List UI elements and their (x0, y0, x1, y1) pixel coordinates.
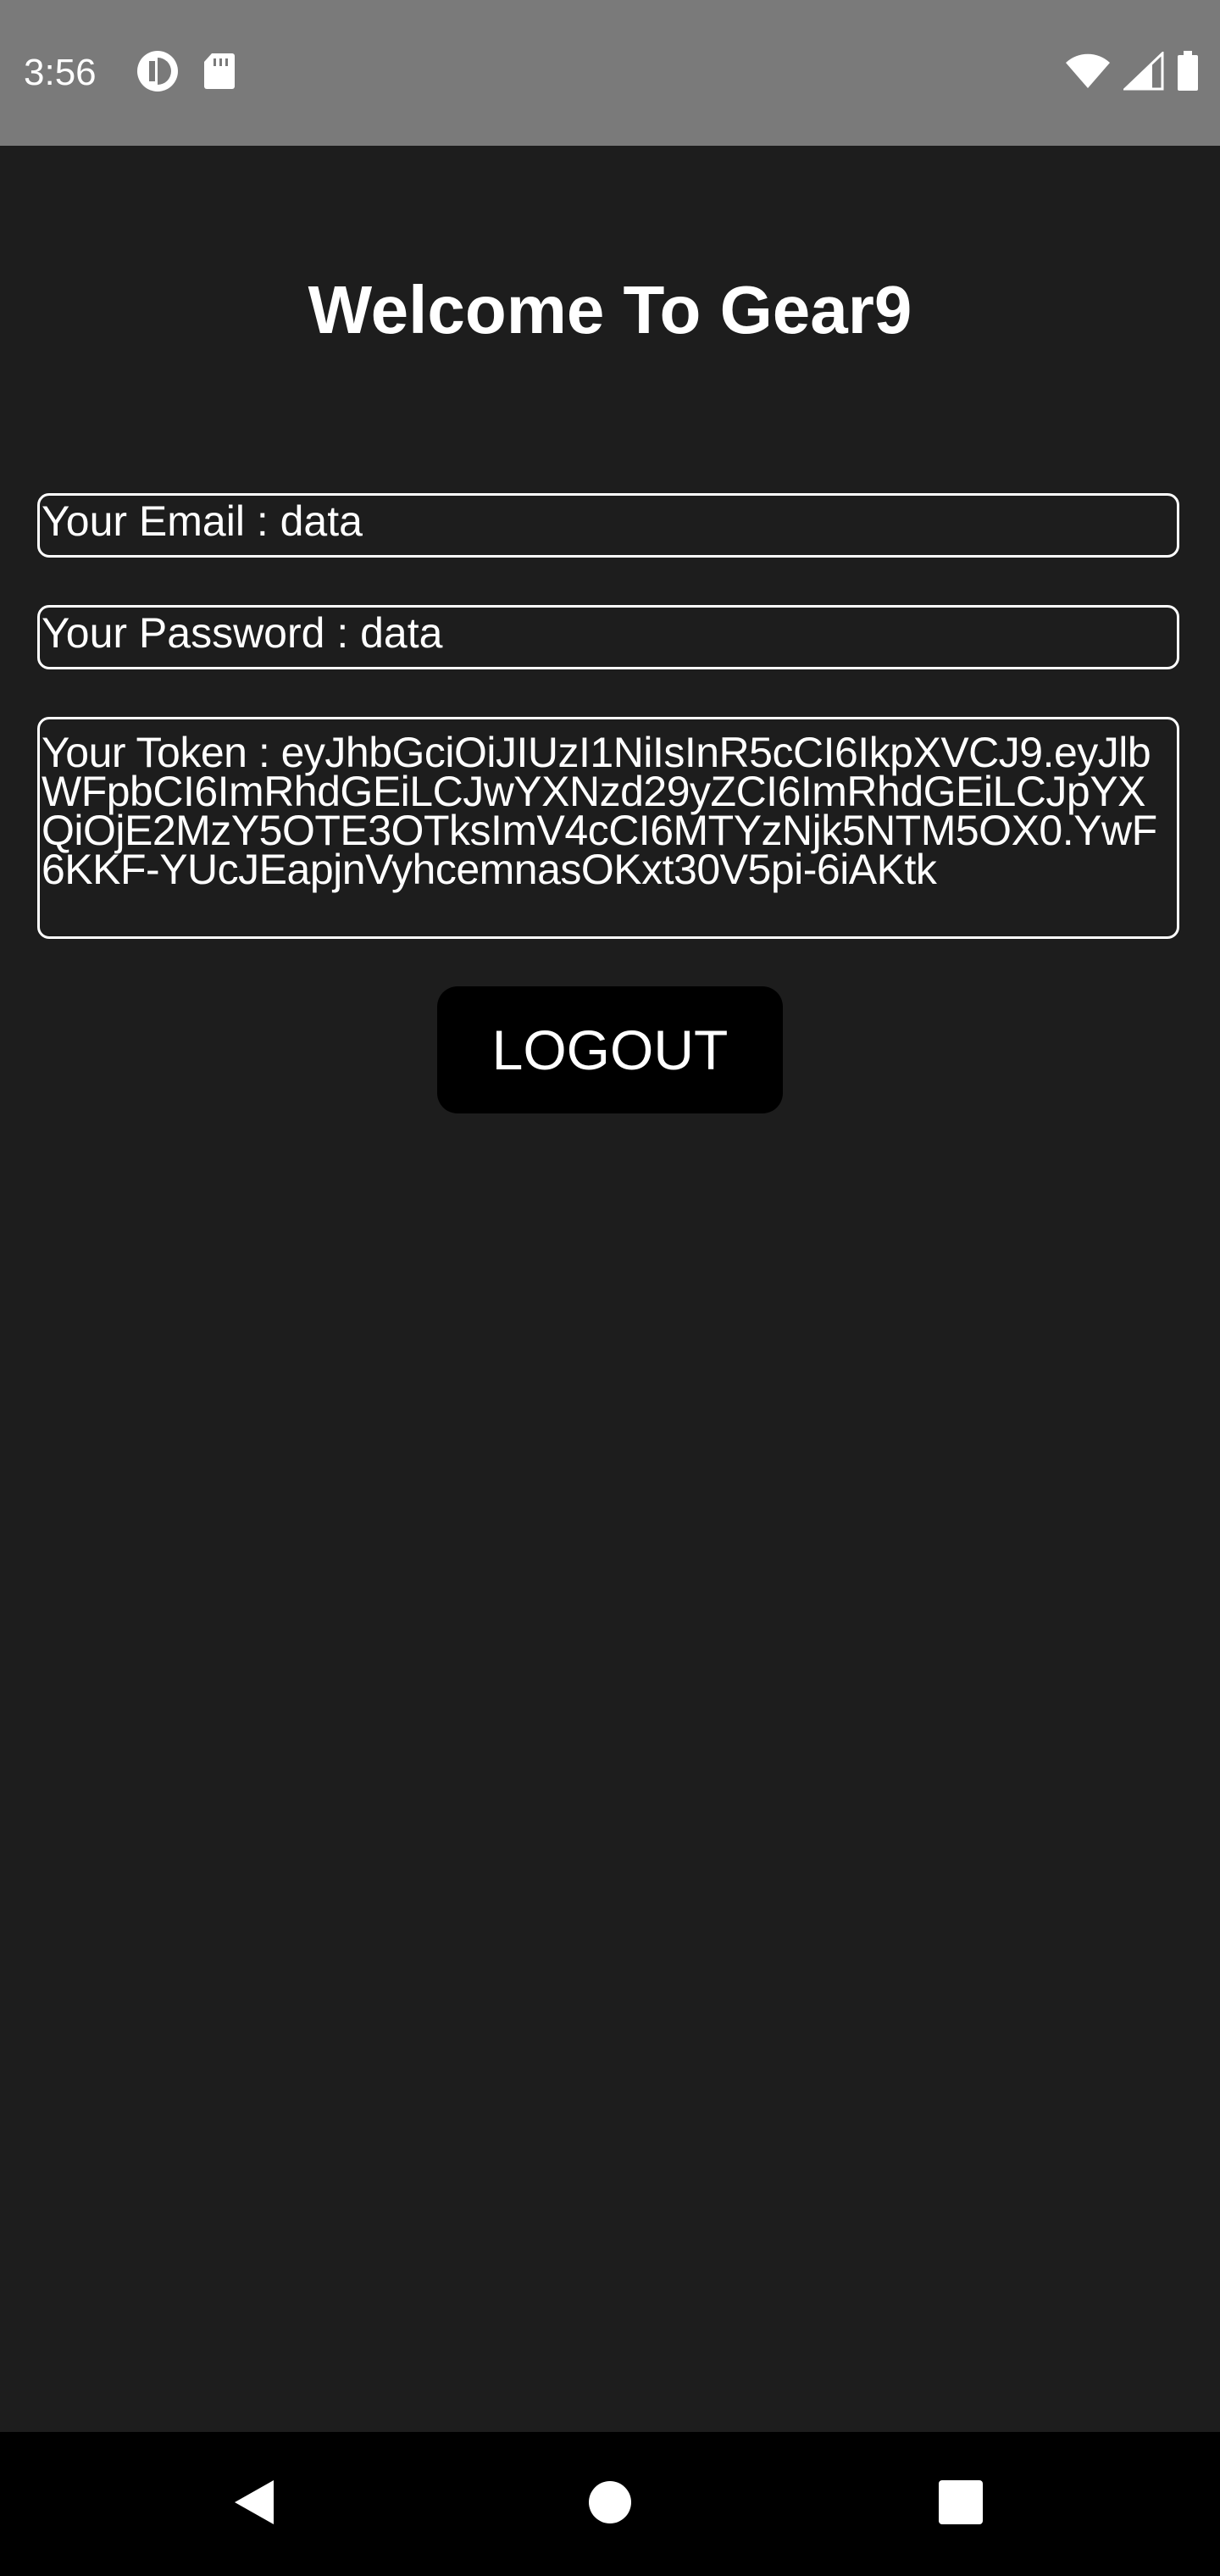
data-saver-icon (136, 49, 180, 97)
recents-icon (938, 2479, 984, 2529)
nav-back-button[interactable] (203, 2432, 305, 2576)
nav-recents-button[interactable] (910, 2432, 1012, 2576)
wifi-icon (1064, 53, 1112, 94)
battery-icon (1176, 50, 1200, 96)
page-title: Welcome To Gear9 (308, 272, 912, 347)
home-icon (588, 2480, 632, 2529)
email-field: Your Email : data (37, 493, 1179, 558)
status-bar: 3:56 (0, 0, 1220, 146)
status-right-icons (1064, 49, 1200, 96)
back-icon (231, 2477, 277, 2532)
navigation-bar (0, 2432, 1220, 2576)
sd-card-icon (202, 52, 236, 95)
nav-home-button[interactable] (559, 2432, 661, 2576)
status-left-icons (136, 49, 236, 97)
logout-button[interactable]: LOGOUT (437, 986, 783, 1113)
cell-signal-icon (1122, 49, 1164, 95)
token-field: Your Token : eyJhbGciOiJIUzI1NiIsInR5cCI… (37, 717, 1179, 939)
status-time: 3:56 (24, 52, 97, 93)
password-field: Your Password : data (37, 605, 1179, 669)
app-screen: 3:56 Welcome To Gear9 Your Email: data … (0, 0, 1220, 2576)
